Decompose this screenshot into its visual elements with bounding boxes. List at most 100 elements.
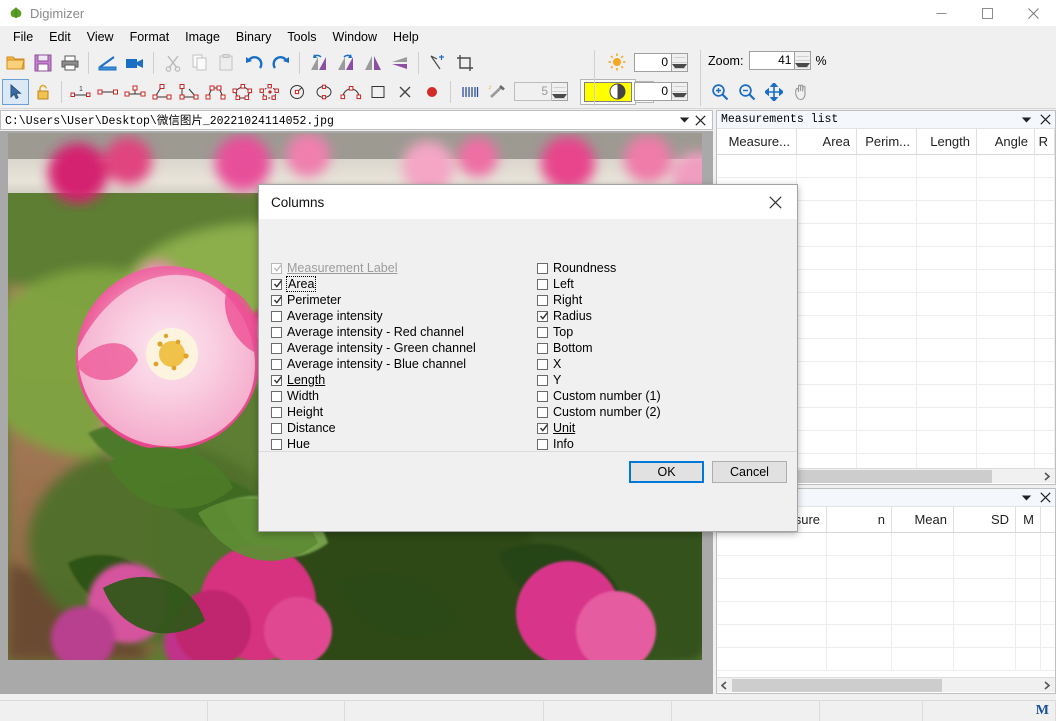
- brightness-spinner[interactable]: [672, 52, 688, 72]
- checkbox-area[interactable]: Area: [271, 276, 531, 292]
- open-file-icon[interactable]: [2, 50, 29, 76]
- angle-tool-icon[interactable]: [148, 79, 175, 105]
- close-button[interactable]: [1010, 0, 1056, 26]
- scrollbar-thumb[interactable]: [732, 679, 942, 692]
- maximize-button[interactable]: [964, 0, 1010, 26]
- checkbox-box[interactable]: [537, 406, 548, 418]
- table-row[interactable]: [717, 579, 1055, 602]
- menu-file[interactable]: File: [5, 27, 41, 47]
- hand-icon[interactable]: [787, 79, 814, 105]
- magic-wand-icon[interactable]: [483, 79, 510, 105]
- ellipse-tool-icon[interactable]: [310, 79, 337, 105]
- statistics-body[interactable]: [717, 533, 1055, 677]
- scroll-left-button[interactable]: [717, 678, 732, 693]
- chevron-down-icon[interactable]: [1017, 111, 1036, 129]
- menu-edit[interactable]: Edit: [41, 27, 79, 47]
- chevron-down-icon[interactable]: [1017, 489, 1036, 507]
- checkbox-box[interactable]: [271, 310, 282, 322]
- column-header-perimeter[interactable]: Perim...: [857, 129, 917, 154]
- menu-help[interactable]: Help: [385, 27, 427, 47]
- checkbox-x[interactable]: X: [537, 356, 772, 372]
- checkbox-box[interactable]: [271, 342, 282, 354]
- rectangle-tool-icon[interactable]: [364, 79, 391, 105]
- video-camera-icon[interactable]: [121, 50, 148, 76]
- chevron-down-icon[interactable]: [676, 116, 692, 124]
- column-header-sd[interactable]: SD: [954, 507, 1016, 532]
- checkbox-perimeter[interactable]: Perimeter: [271, 292, 531, 308]
- checkbox-length[interactable]: Length: [271, 372, 531, 388]
- scale-bar-icon[interactable]: [456, 79, 483, 105]
- move-icon[interactable]: [760, 79, 787, 105]
- checkbox-bottom[interactable]: Bottom: [537, 340, 772, 356]
- menu-window[interactable]: Window: [325, 27, 385, 47]
- brightness-up[interactable]: [672, 53, 687, 63]
- rotate-left-icon[interactable]: [305, 50, 332, 76]
- checkbox-box[interactable]: [271, 278, 283, 290]
- checkbox-box[interactable]: [271, 374, 283, 386]
- statistics-hscrollbar[interactable]: [717, 677, 1055, 692]
- line-width-down[interactable]: [552, 92, 567, 100]
- file-path-text[interactable]: C:\Users\User\Desktop\微信图片_2022102411405…: [1, 112, 676, 128]
- checkbox-hue[interactable]: Hue: [271, 436, 531, 452]
- polygon-tool-icon[interactable]: [229, 79, 256, 105]
- checkbox-box[interactable]: [271, 262, 283, 274]
- table-row[interactable]: [717, 648, 1055, 671]
- line-width-value[interactable]: 5: [514, 82, 552, 101]
- checkbox-box[interactable]: [271, 438, 282, 450]
- checkbox-measurement-label[interactable]: Measurement Label: [271, 260, 531, 276]
- checkbox-box[interactable]: [271, 358, 282, 370]
- checkbox-box[interactable]: [271, 390, 282, 402]
- menu-format[interactable]: Format: [122, 27, 178, 47]
- contrast-value[interactable]: 0: [634, 81, 672, 101]
- checkbox-box[interactable]: [537, 326, 548, 338]
- cancel-button[interactable]: Cancel: [712, 461, 787, 483]
- checkbox-box[interactable]: [271, 406, 282, 418]
- scale-tool-icon[interactable]: 1: [67, 79, 94, 105]
- canvas-horizontal-scrollbar[interactable]: [0, 680, 713, 694]
- table-row[interactable]: [717, 533, 1055, 556]
- zoom-value[interactable]: 41: [749, 51, 796, 70]
- point-tool-icon[interactable]: [418, 79, 445, 105]
- scrollbar-thumb[interactable]: [797, 470, 992, 483]
- flip-vertical-icon[interactable]: [386, 50, 413, 76]
- table-row[interactable]: [717, 602, 1055, 625]
- checkbox-box[interactable]: [537, 438, 548, 450]
- column-header-m[interactable]: M: [1016, 507, 1041, 532]
- checkbox-box[interactable]: [537, 358, 548, 370]
- column-header-angle[interactable]: Angle: [977, 129, 1035, 154]
- checkbox-box[interactable]: [271, 294, 283, 306]
- print-icon[interactable]: [56, 50, 83, 76]
- redo-icon[interactable]: [267, 50, 294, 76]
- rotate-right-icon[interactable]: [332, 50, 359, 76]
- checkbox-roundness[interactable]: Roundness: [537, 260, 772, 276]
- column-header-radius[interactable]: R: [1035, 129, 1055, 154]
- contrast-up[interactable]: [672, 82, 687, 92]
- calibrate-icon[interactable]: [424, 50, 451, 76]
- checkbox-width[interactable]: Width: [271, 388, 531, 404]
- line-width-up[interactable]: [552, 83, 567, 92]
- menu-view[interactable]: View: [79, 27, 122, 47]
- column-header-mean[interactable]: Mean: [892, 507, 954, 532]
- table-row[interactable]: [717, 625, 1055, 648]
- checkbox-y[interactable]: Y: [537, 372, 772, 388]
- arc-tool-icon[interactable]: [337, 79, 364, 105]
- contrast-spinner[interactable]: [672, 81, 688, 101]
- checkbox-average-intensity-blue[interactable]: Average intensity - Blue channel: [271, 356, 531, 372]
- scanner-icon[interactable]: [94, 50, 121, 76]
- checkbox-box[interactable]: [271, 422, 282, 434]
- checkbox-height[interactable]: Height: [271, 404, 531, 420]
- checkbox-left[interactable]: Left: [537, 276, 772, 292]
- perpendicular-tool-icon[interactable]: [121, 79, 148, 105]
- flip-horizontal-icon[interactable]: [359, 50, 386, 76]
- checkbox-top[interactable]: Top: [537, 324, 772, 340]
- checkbox-custom-number-2[interactable]: Custom number (2): [537, 404, 772, 420]
- checkbox-right[interactable]: Right: [537, 292, 772, 308]
- angle-axis-tool-icon[interactable]: [175, 79, 202, 105]
- menu-image[interactable]: Image: [177, 27, 228, 47]
- checkbox-box[interactable]: [537, 374, 548, 386]
- checkbox-box[interactable]: [537, 294, 548, 306]
- column-header-area[interactable]: Area: [797, 129, 857, 154]
- minimize-button[interactable]: [918, 0, 964, 26]
- close-icon[interactable]: [753, 185, 797, 219]
- checkbox-average-intensity-green[interactable]: Average intensity - Green channel: [271, 340, 531, 356]
